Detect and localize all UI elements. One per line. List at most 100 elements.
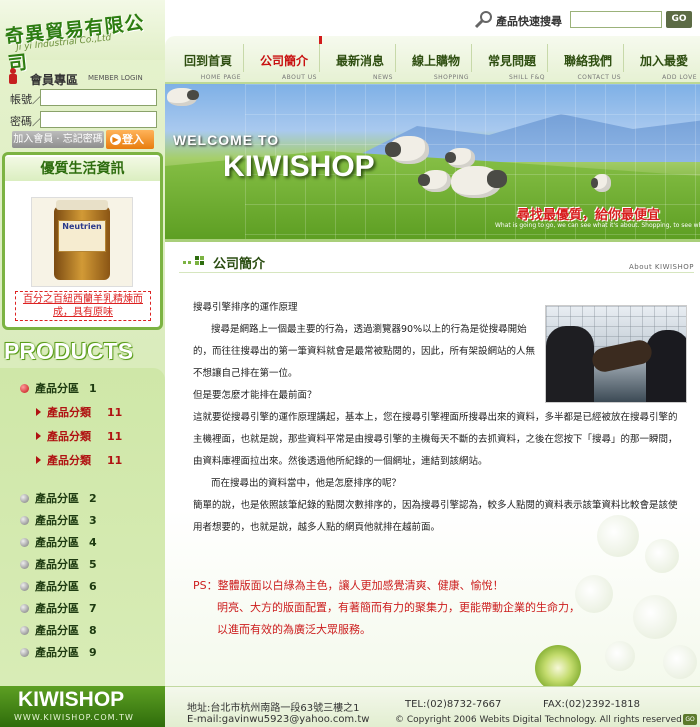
ps-line: 明亮、大方的版面配置，有著簡而有力的聚集力，更能帶動企業的生命力， [217, 601, 580, 614]
left-sidebar: 奇異貿易有限公司 Ji yi Industrial Co.,Ltd 會員專區 M… [0, 0, 165, 727]
article-question: 但是要怎麼才能排在最前面？ [193, 390, 317, 401]
bullet-icon [20, 626, 29, 635]
promo-panel: 優質生活資訊 Neutrien 百分之百紐西蘭羊乳精煉而成，具有原味 [2, 152, 163, 330]
sheep-image [591, 174, 611, 192]
nav-item-label: 加入最愛 [639, 54, 688, 68]
password-label: 密碼／ [10, 115, 43, 128]
nav-item[interactable]: 回到首頁 HOME PAGE [169, 36, 247, 82]
category-item[interactable]: 產品分區 9 [20, 644, 97, 660]
category-label: 產品分區 [35, 580, 79, 593]
category-item[interactable]: 產品分區 3 [20, 512, 97, 528]
triangle-right-icon [36, 432, 41, 440]
bullet-icon [20, 494, 29, 503]
nav-item-label: 線上購物 [411, 54, 460, 68]
nav-item[interactable]: 公司簡介 ABOUT US [245, 36, 323, 82]
join-forgot-button[interactable]: 加入會員 · 忘記密碼 [12, 131, 104, 148]
footer-brand: KIWISHOP [18, 688, 125, 711]
footer-url[interactable]: WWW.KIWISHOP.COM.TW [14, 713, 134, 722]
nav-item-label: 公司簡介 [259, 54, 308, 68]
search-bar: 產品快速搜尋 GO [472, 8, 697, 32]
nav-item-sublabel: HOME PAGE [200, 74, 241, 81]
ps-note: PS：整體版面以白綠為主色，讓人更加感覺清爽、健康、愉悅！ 明亮、大方的版面配置… [193, 575, 593, 641]
member-title: 會員專區 [30, 73, 79, 87]
category-item[interactable]: 產品分區 6 [20, 578, 97, 594]
nav-item-sublabel: NEWS [372, 74, 393, 81]
footer-email[interactable]: E-mail:gavinwu5923@yahoo.com.tw [187, 714, 369, 725]
nav-item-label: 常見問題 [487, 54, 536, 68]
nav-item[interactable]: 常見問題 SHILL F&Q [473, 36, 551, 82]
promo-link[interactable]: 百分之百紐西蘭羊乳精煉而成，具有原味 [15, 291, 151, 321]
category-label: 產品分區 [35, 382, 79, 395]
sheep-image [451, 166, 507, 198]
category-item[interactable]: 產品分區 7 [20, 600, 97, 616]
nav-item[interactable]: 最新消息 NEWS [321, 36, 399, 82]
member-icon [9, 68, 17, 84]
account-input[interactable] [40, 89, 157, 106]
article-heading: 搜尋引擎排序的運作原理 [193, 302, 298, 313]
main-nav: 回到首頁 HOME PAGE 公司簡介 ABOUT US 最新消息 NEWS 線上購物 SHO… [165, 36, 700, 84]
bullet-icon [20, 516, 29, 525]
category-label: 產品分區 [35, 646, 79, 659]
bullet-icon [20, 648, 29, 657]
product-image[interactable]: Neutrien [31, 197, 133, 287]
nav-separator [471, 44, 472, 72]
ps-line: 以進而有效的為廣泛大眾服務。 [217, 623, 371, 636]
category-item[interactable]: 產品分區 8 [20, 622, 97, 638]
subcategory-item[interactable]: 產品分類 11 [36, 404, 122, 420]
back-to-top-button[interactable]: GO [683, 714, 697, 725]
nav-item-sublabel: CONTACT US [577, 74, 621, 81]
member-login-panel: 會員專區 MEMBER LOGIN 帳號／ 密碼／ 加入會員 · 忘記密碼 ▶ … [0, 62, 165, 152]
password-input[interactable] [40, 111, 157, 128]
sheep-image [445, 148, 475, 168]
nav-item[interactable]: 加入最愛 ADD LOVE [625, 36, 700, 82]
footer: 地址:台北市杭州南路一段63號三樓之1 TEL:(02)8732-7667 FA… [165, 686, 700, 727]
category-number: 4 [89, 536, 97, 549]
ps-line: PS：整體版面以白綠為主色，讓人更加感覺清爽、健康、愉悅！ [193, 579, 504, 592]
login-button[interactable]: ▶ 登入 [106, 130, 154, 149]
search-input[interactable] [570, 11, 662, 28]
logo[interactable]: 奇異貿易有限公司 Ji yi Industrial Co.,Ltd [0, 0, 165, 75]
nav-item[interactable]: 聯絡我們 CONTACT US [549, 36, 627, 82]
category-number: 2 [89, 492, 97, 505]
subcategory-item[interactable]: 產品分類 11 [36, 452, 122, 468]
category-item[interactable]: 產品分區 1 [20, 380, 97, 396]
section-header: 公司簡介 About KIWISHOP [179, 249, 694, 273]
category-item[interactable]: 產品分區 5 [20, 556, 97, 572]
nav-separator [623, 44, 624, 72]
category-label: 產品分區 [35, 514, 79, 527]
nav-item[interactable]: 線上購物 SHOPPING [397, 36, 475, 82]
subcategory-number: 11 [107, 406, 123, 419]
arrow-right-icon: ▶ [110, 134, 121, 145]
nav-item-sublabel: ADD LOVE [662, 74, 697, 81]
subcategory-label: 產品分類 [47, 406, 91, 419]
footer-fax: FAX:(02)2392-1818 [543, 699, 640, 710]
products-title: PRODUCTS [4, 338, 134, 364]
subcategory-label: 產品分類 [47, 454, 91, 467]
nav-separator [395, 44, 396, 72]
article-paragraph: 這就要從搜尋引擎的運作原理講起，基本上，您在搜尋引擎裡面所搜尋出來的資料，多半都… [193, 412, 678, 467]
category-label: 產品分區 [35, 536, 79, 549]
nav-active-marker [319, 36, 322, 44]
bullet-icon [20, 604, 29, 613]
category-number: 3 [89, 514, 97, 527]
nav-item-label: 聯絡我們 [563, 54, 612, 68]
category-number: 5 [89, 558, 97, 571]
category-item[interactable]: 產品分區 2 [20, 490, 97, 506]
subcategory-item[interactable]: 產品分類 11 [36, 428, 122, 444]
subcategory-label: 產品分類 [47, 430, 91, 443]
subcategory-number: 11 [107, 454, 123, 467]
category-label: 產品分區 [35, 492, 79, 505]
category-item[interactable]: 產品分區 4 [20, 534, 97, 550]
nav-item-sublabel: SHILL F&Q [508, 74, 545, 81]
sheep-image [385, 136, 429, 164]
sheep-image [167, 88, 199, 106]
footer-logo: KIWISHOP WWW.KIWISHOP.COM.TW [0, 686, 165, 727]
kiwi-image [535, 645, 581, 691]
search-go-button[interactable]: GO [666, 11, 692, 28]
banner-small-text: What is going to go, we can see what it'… [495, 222, 700, 229]
category-label: 產品分區 [35, 558, 79, 571]
footer-address: 地址:台北市杭州南路一段63號三樓之1 [187, 703, 360, 714]
section-bullet-icon [183, 256, 204, 265]
footer-copyright: © Copyright 2006 Webits Digital Technolo… [395, 715, 682, 725]
login-label: 登入 [122, 133, 144, 146]
